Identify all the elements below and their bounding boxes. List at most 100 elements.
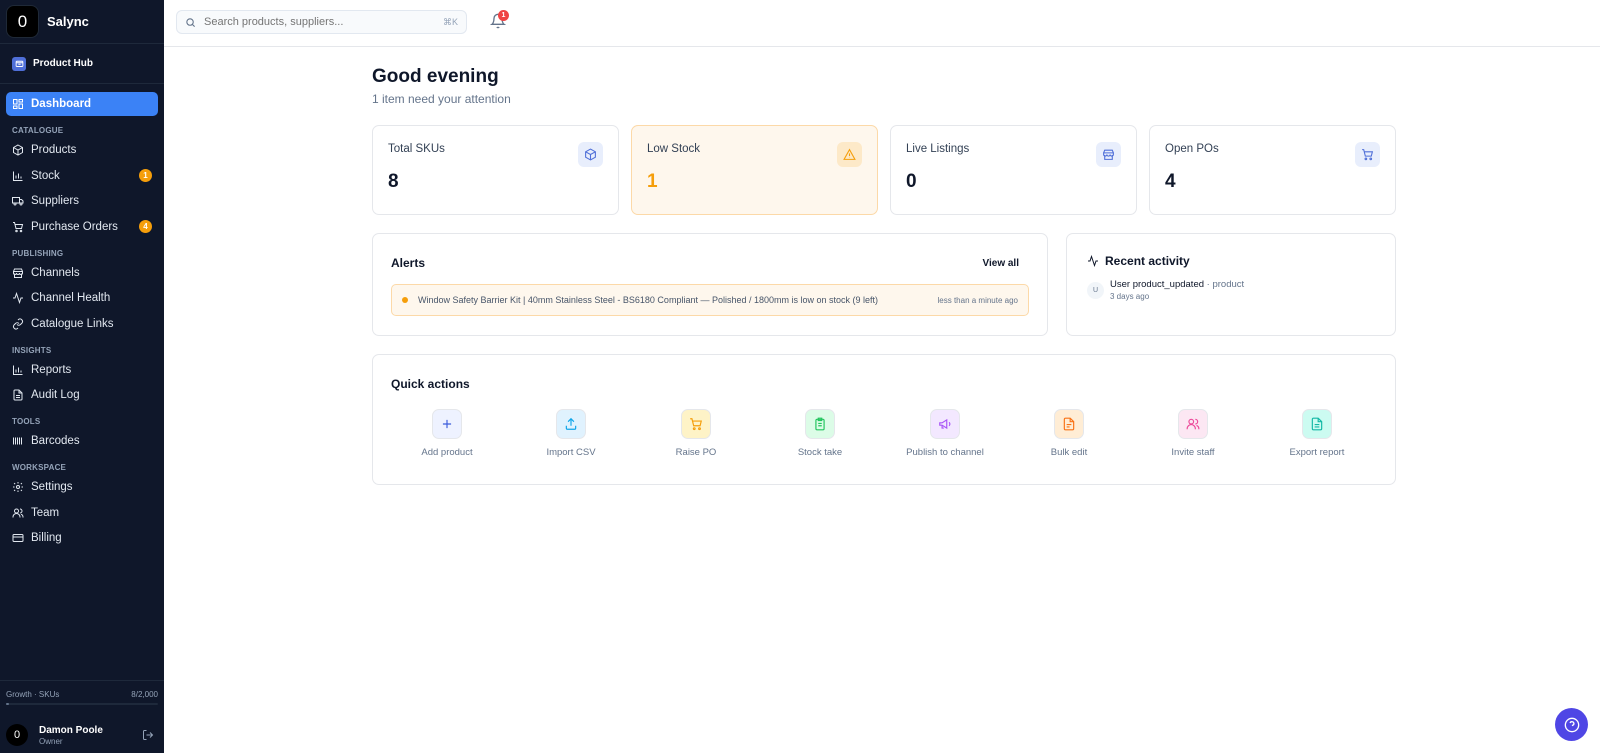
stock-take-button[interactable]: Stock take [758,409,882,458]
sidebar-item-label: Dashboard [31,98,92,110]
sidebar-item-audit-log[interactable]: Audit Log [6,383,158,407]
sidebar-item-reports[interactable]: Reports [6,358,158,382]
sidebar-item-label: Billing [31,532,62,544]
plan-usage-bar [6,703,158,705]
export-report-button[interactable]: Export report [1255,409,1379,458]
alerts-card: Alerts View all Window Safety Barrier Ki… [372,233,1048,336]
sidebar-item-label: Catalogue Links [31,317,114,330]
bar-chart-icon [13,171,23,181]
truck-icon [12,197,24,206]
activity-item: U User product_updated · product 3 days … [1087,279,1375,301]
dashboard-main: Good evening 1 item need your attention … [372,66,1396,485]
sidebar-item-settings[interactable]: Settings [6,475,158,499]
quick-action-label: Stock take [797,447,843,458]
stat-card-total-skus[interactable]: Total SKUs 8 [372,125,619,215]
quick-actions-title: Quick actions [391,377,470,391]
alert-time: less than a minute ago [937,295,1019,305]
product-hub-switcher[interactable]: Product Hub [0,44,164,84]
avatar: U [1087,282,1104,299]
section-tools: TOOLS [12,417,41,426]
store-icon [1096,142,1121,167]
cart-icon [1355,142,1380,167]
sidebar-item-barcodes[interactable]: Barcodes [6,429,158,453]
search-input[interactable] [204,16,424,28]
publish-to-channel-button[interactable]: Publish to channel [883,409,1007,458]
alert-item[interactable]: Window Safety Barrier Kit | 40mm Stainle… [391,284,1029,316]
add-product-button[interactable]: Add product [385,409,509,458]
quick-action-label: Add product [421,447,473,458]
help-icon [1564,717,1579,732]
import-csv-button[interactable]: Import CSV [509,409,633,458]
search-shortcut: ⌘K [442,16,458,27]
sidebar-item-team[interactable]: Team [6,501,158,525]
sidebar-item-label: Channel Health [31,292,111,304]
sidebar-item-label: Settings [31,481,73,493]
sidebar-item-channel-health[interactable]: Channel Health [6,286,158,310]
bulk-edit-button[interactable]: Bulk edit [1007,409,1131,458]
stat-card-live-listings[interactable]: Live Listings 0 [890,125,1137,215]
activity-title: Recent activity [1105,254,1190,268]
sidebar-item-channels[interactable]: Channels [6,261,158,285]
sidebar-item-catalogue-links[interactable]: Catalogue Links [6,312,158,336]
sidebar-item-label: Products [31,144,77,156]
quick-actions-card: Quick actions Add product Import CSV Rai… [372,354,1396,485]
logout-icon[interactable] [142,729,154,741]
sidebar-item-suppliers[interactable]: Suppliers [6,189,158,213]
bar-chart-icon [13,365,23,375]
notification-badge: 1 [498,10,509,21]
sidebar-item-label: Audit Log [31,389,80,401]
stat-label: Live Listings [906,143,970,155]
quick-action-label: Raise PO [675,447,717,458]
search-bar[interactable]: ⌘K [176,10,467,34]
purchase-orders-badge: 4 [139,220,152,233]
stat-card-open-pos[interactable]: Open POs 4 [1149,125,1396,215]
sidebar-item-purchase-orders[interactable]: Purchase Orders 4 [6,215,158,239]
plus-icon [432,409,462,439]
brand-logo[interactable]: 0 [6,5,39,38]
stats-row: Total SKUs 8 Low Stock 1 Live Listings 0… [372,125,1396,215]
section-insights: INSIGHTS [12,345,52,355]
clipboard-icon [805,409,835,439]
avatar: 0 [6,724,28,746]
sidebar-item-dashboard[interactable]: Dashboard [6,92,158,116]
sidebar-item-products[interactable]: Products [6,138,158,162]
quick-action-label: Publish to channel [906,447,984,458]
stat-value: 8 [388,171,399,192]
cube-icon [578,142,603,167]
activity-actor: User product_updated [1110,279,1205,290]
quick-actions-grid: Add product Import CSV Raise PO Stock ta… [373,409,1397,469]
invite-staff-button[interactable]: Invite staff [1131,409,1255,458]
sidebar-item-label: Purchase Orders [31,220,118,233]
alert-text: Window Safety Barrier Kit | 40mm Stainle… [418,295,879,305]
plan-usage-count: 8/2,000 [131,690,158,699]
cart-icon [13,221,24,232]
page-title: Good evening [372,66,499,87]
raise-po-button[interactable]: Raise PO [634,409,758,458]
sidebar: 0 Salync Product Hub Dashboard CATALOGUE… [0,0,164,753]
stat-value: 0 [906,171,917,192]
sidebar-item-label: Channels [31,266,80,279]
users-icon [12,508,24,517]
link-icon [13,318,23,329]
alert-status-dot [402,297,408,303]
sidebar-item-billing[interactable]: Billing [6,526,158,550]
help-button[interactable] [1555,708,1588,741]
notifications-button[interactable]: 1 [489,10,509,29]
quick-action-label: Bulk edit [1050,447,1088,458]
sidebar-nav: Dashboard CATALOGUE Products Stock 1 Sup… [0,84,164,560]
file-edit-icon [1054,409,1084,439]
users-icon [1178,409,1208,439]
user-profile[interactable]: 0 Damon Poole Owner [0,717,164,753]
barcode-icon [13,437,22,445]
quick-action-label: Import CSV [546,447,596,458]
brand-name: Salync [47,14,89,29]
file-text-icon [13,389,23,401]
sidebar-item-stock[interactable]: Stock 1 [6,164,158,188]
stat-card-low-stock[interactable]: Low Stock 1 [631,125,878,215]
stat-label: Total SKUs [388,143,445,155]
section-workspace: WORKSPACE [12,463,67,472]
view-all-link[interactable]: View all [982,258,1019,269]
alerts-title: Alerts [391,256,426,270]
sidebar-item-label: Reports [31,363,72,376]
megaphone-icon [930,409,960,439]
